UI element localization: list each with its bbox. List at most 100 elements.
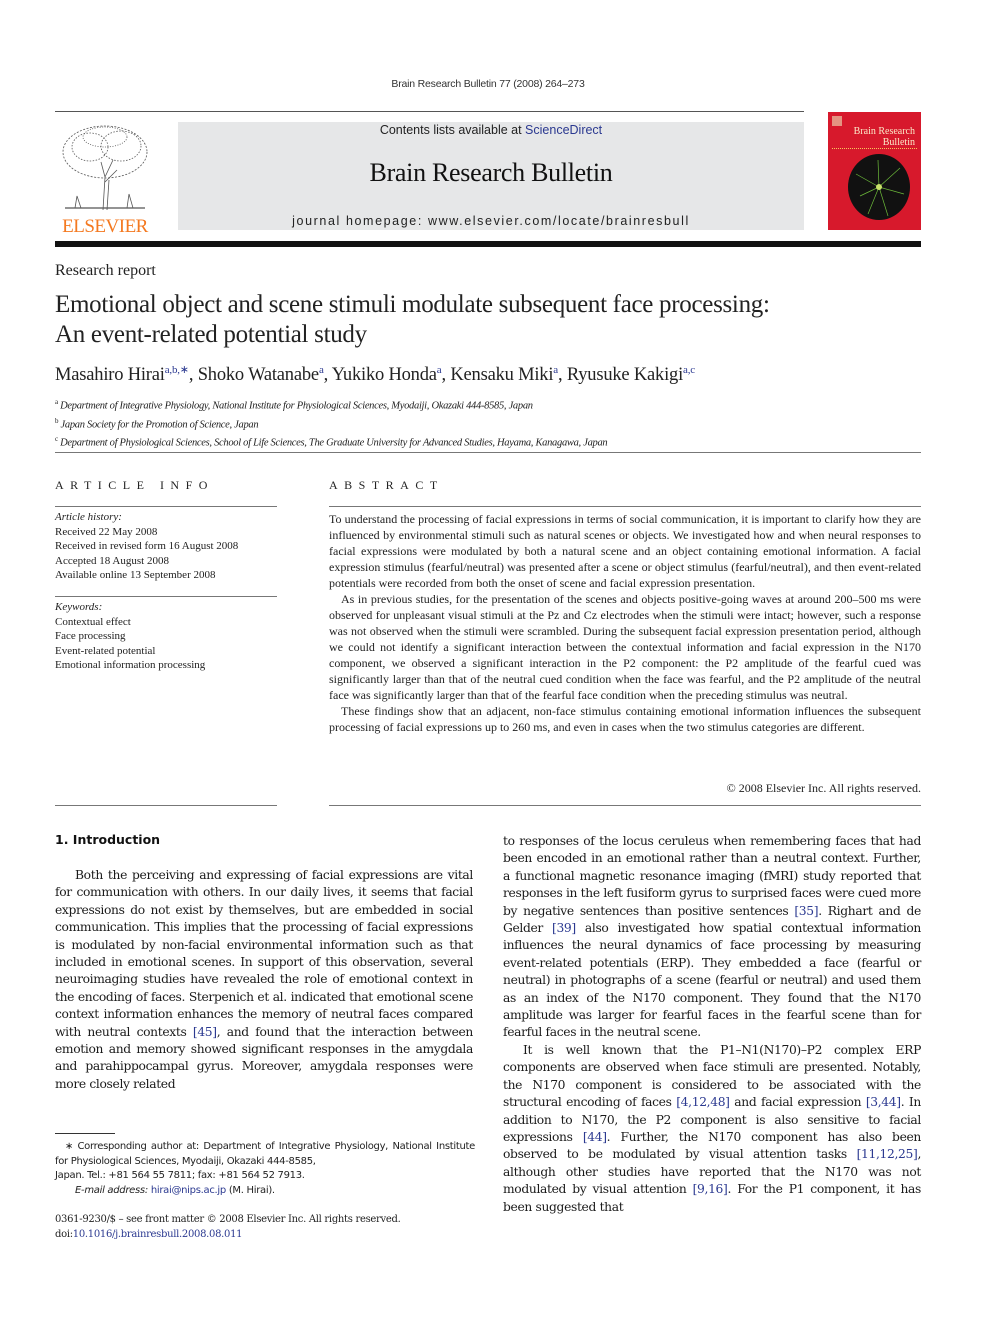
article-info-rule	[55, 506, 277, 507]
affiliation-b: b Japan Society for the Promotion of Sci…	[55, 414, 607, 433]
footnote-rule	[55, 1133, 115, 1134]
keyword: Emotional information processing	[55, 659, 206, 671]
abstract-rule	[329, 506, 921, 507]
masthead-bottom-rule	[55, 241, 921, 247]
author-affiliation-mark[interactable]: a	[319, 364, 324, 376]
citation-link[interactable]: [45]	[193, 1025, 217, 1039]
affiliations: a Department of Integrative Physiology, …	[55, 395, 608, 451]
author-name[interactable]: Shoko Watanabe	[198, 365, 319, 385]
journal-title: Brain Research Bulletin	[369, 158, 613, 187]
abstract-body: To understand the processing of facial e…	[329, 511, 921, 735]
keywords-rule	[55, 596, 277, 597]
keywords-label: Keywords:	[55, 601, 103, 613]
affiliation-a: a Department of Integrative Physiology, …	[55, 395, 607, 414]
keywords: Keywords: Contextual effect Face process…	[55, 600, 205, 673]
cover-title-line2: Bulletin	[882, 137, 915, 148]
affiliation-c: c Department of Physiological Sciences, …	[55, 432, 608, 451]
author-affiliation-mark[interactable]: a,b,∗	[165, 364, 189, 376]
sciencedirect-link[interactable]: ScienceDirect	[525, 123, 602, 137]
affiliation-mark: c	[55, 435, 58, 443]
affiliation-text: Department of Integrative Physiology, Na…	[60, 400, 533, 412]
body-paragraph: Both the perceiving and expressing of fa…	[55, 867, 473, 1093]
body-column-left: Both the perceiving and expressing of fa…	[55, 867, 473, 1093]
footnote-email-line: E-mail address: hirai@nips.ac.jp (M. Hir…	[55, 1184, 475, 1199]
body-text: Both the perceiving and expressing of fa…	[55, 868, 473, 1039]
author-affiliation-mark[interactable]: a	[437, 364, 442, 376]
journal-cover-image[interactable]: Brain Research Bulletin	[828, 112, 921, 230]
header-rule	[55, 111, 804, 112]
citation-link[interactable]: [9,16]	[693, 1182, 728, 1196]
author-affiliation-mark[interactable]: a	[553, 364, 558, 376]
author-affiliation-mark[interactable]: a,c	[683, 364, 695, 376]
author-name[interactable]: Masahiro Hirai	[55, 365, 165, 385]
citation-link[interactable]: [3,44]	[866, 1095, 901, 1109]
article-history: Article history: Received 22 May 2008 Re…	[55, 510, 238, 583]
elsevier-wordmark: ELSEVIER	[62, 216, 148, 237]
author-list: Masahiro Hiraia,b,∗, Shoko Watanabea, Yu…	[55, 364, 695, 386]
citation-link[interactable]: [39]	[552, 921, 576, 935]
front-matter: 0361-9230/$ – see front matter © 2008 El…	[55, 1213, 401, 1243]
body-column-right: to responses of the locus ceruleus when …	[503, 833, 921, 1216]
contents-prefix: Contents lists available at	[379, 123, 526, 137]
cover-title: Brain Research Bulletin	[854, 126, 915, 148]
article-info-heading: ARTICLE INFO	[55, 478, 214, 492]
body-paragraph: to responses of the locus ceruleus when …	[503, 833, 921, 1042]
author-name[interactable]: Kensaku Miki	[450, 365, 553, 385]
abstract-heading: ABSTRACT	[329, 478, 444, 492]
title-line-1: Emotional object and scene stimuli modul…	[55, 291, 770, 318]
abstract-bottom-rule	[329, 805, 921, 806]
abstract-paragraph: As in previous studies, for the presenta…	[329, 592, 921, 702]
doi-prefix: doi:	[55, 1228, 73, 1240]
corresponding-author-footnote: ∗ Corresponding author at: Department of…	[55, 1140, 475, 1198]
article-title: Emotional object and scene stimuli modul…	[55, 290, 935, 350]
affiliation-mark: b	[55, 416, 59, 425]
article-type: Research report	[55, 262, 156, 279]
citation-link[interactable]: [44]	[583, 1130, 607, 1144]
email-suffix: (M. Hirai).	[225, 1184, 275, 1196]
citation-link[interactable]: [4,12,48]	[676, 1095, 730, 1109]
section-divider	[55, 452, 921, 453]
body-text: and facial expression	[729, 1095, 866, 1110]
footnote-address: ∗ Corresponding author at: Department of…	[55, 1141, 475, 1167]
neuron-icon	[855, 159, 905, 217]
body-paragraph: It is well known that the P1–N1(N170)–P2…	[503, 1042, 921, 1216]
cover-publisher-badge	[832, 116, 842, 126]
abstract-paragraph: These findings show that an adjacent, no…	[329, 704, 921, 734]
affiliation-text: Japan Society for the Promotion of Scien…	[60, 419, 259, 430]
introduction-heading: 1. Introduction	[55, 832, 161, 847]
affiliation-text: Department of Physiological Sciences, Sc…	[60, 437, 608, 449]
citation-link[interactable]: [11,12,25]	[857, 1147, 918, 1161]
body-text: also investigated how spatial contextual…	[503, 921, 921, 1040]
contents-line: Contents lists available at ScienceDirec…	[178, 122, 804, 138]
history-label: Article history:	[55, 511, 122, 523]
title-line-2: An event-related potential study	[55, 321, 367, 348]
elsevier-logo[interactable]: ELSEVIER	[55, 122, 155, 237]
elsevier-tree-icon	[62, 125, 148, 211]
author-name[interactable]: Yukiko Honda	[332, 365, 437, 385]
running-head: Brain Research Bulletin 77 (2008) 264–27…	[391, 78, 585, 90]
abstract-paragraph: To understand the processing of facial e…	[329, 512, 921, 590]
cover-neuron-image	[848, 154, 910, 220]
history-item: Received in revised form 16 August 2008	[55, 540, 239, 552]
abstract-copyright: © 2008 Elsevier Inc. All rights reserved…	[726, 781, 921, 795]
history-item: Available online 13 September 2008	[55, 569, 216, 581]
footnote-contact: Japan. Tel.: +81 564 55 7811; fax: +81 5…	[55, 1170, 305, 1181]
doi-link[interactable]: 10.1016/j.brainresbull.2008.08.011	[73, 1229, 243, 1240]
citation-link[interactable]: [35]	[794, 904, 818, 918]
article-info-bottom-rule	[55, 805, 277, 806]
cover-title-line1: Brain Research	[853, 126, 915, 137]
email-link[interactable]: hirai@nips.ac.jp	[151, 1185, 226, 1196]
history-item: Received 22 May 2008	[55, 525, 158, 538]
keyword: Event-related potential	[55, 644, 156, 657]
doi-line: doi:10.1016/j.brainresbull.2008.08.011	[55, 1228, 400, 1243]
keyword: Face processing	[55, 630, 126, 642]
history-item: Accepted 18 August 2008	[55, 554, 169, 567]
journal-homepage-link[interactable]: journal homepage: www.elsevier.com/locat…	[178, 214, 804, 228]
email-label: E-mail address:	[75, 1184, 148, 1196]
keyword: Contextual effect	[55, 615, 131, 628]
issn-line: 0361-9230/$ – see front matter © 2008 El…	[55, 1214, 401, 1225]
journal-masthead: Contents lists available at ScienceDirec…	[178, 122, 804, 230]
cover-dotted-line	[832, 148, 917, 149]
affiliation-mark: a	[55, 398, 58, 406]
author-name[interactable]: Ryusuke Kakigi	[567, 365, 683, 385]
